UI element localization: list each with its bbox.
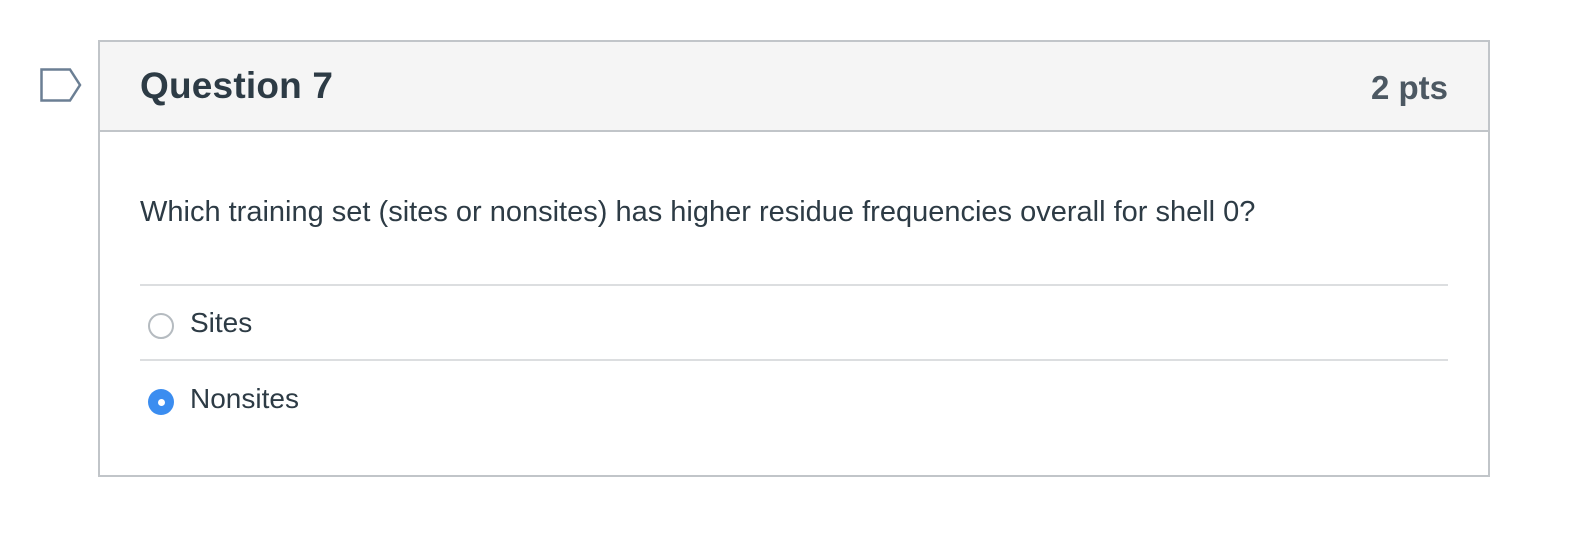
answer-list: Sites Nonsites bbox=[140, 284, 1448, 436]
answer-option-sites[interactable]: Sites bbox=[140, 286, 1448, 361]
radio-button-sites[interactable] bbox=[148, 312, 174, 339]
bookmark-flag-icon[interactable] bbox=[40, 68, 82, 102]
question-text: Which training set (sites or nonsites) h… bbox=[140, 196, 1256, 228]
question-header: Question 7 2 pts bbox=[100, 42, 1488, 132]
question-points: 2 pts bbox=[1370, 69, 1448, 106]
question-card: Question 7 2 pts Which training set (sit… bbox=[98, 40, 1490, 477]
question-body: Which training set (sites or nonsites) h… bbox=[100, 132, 1488, 436]
question-title: Question 7 bbox=[140, 65, 334, 106]
answer-label-sites[interactable]: Sites bbox=[190, 307, 252, 339]
answer-label-nonsites[interactable]: Nonsites bbox=[190, 383, 299, 415]
answer-option-nonsites[interactable]: Nonsites bbox=[140, 361, 1448, 436]
radio-button-nonsites[interactable] bbox=[148, 388, 174, 415]
